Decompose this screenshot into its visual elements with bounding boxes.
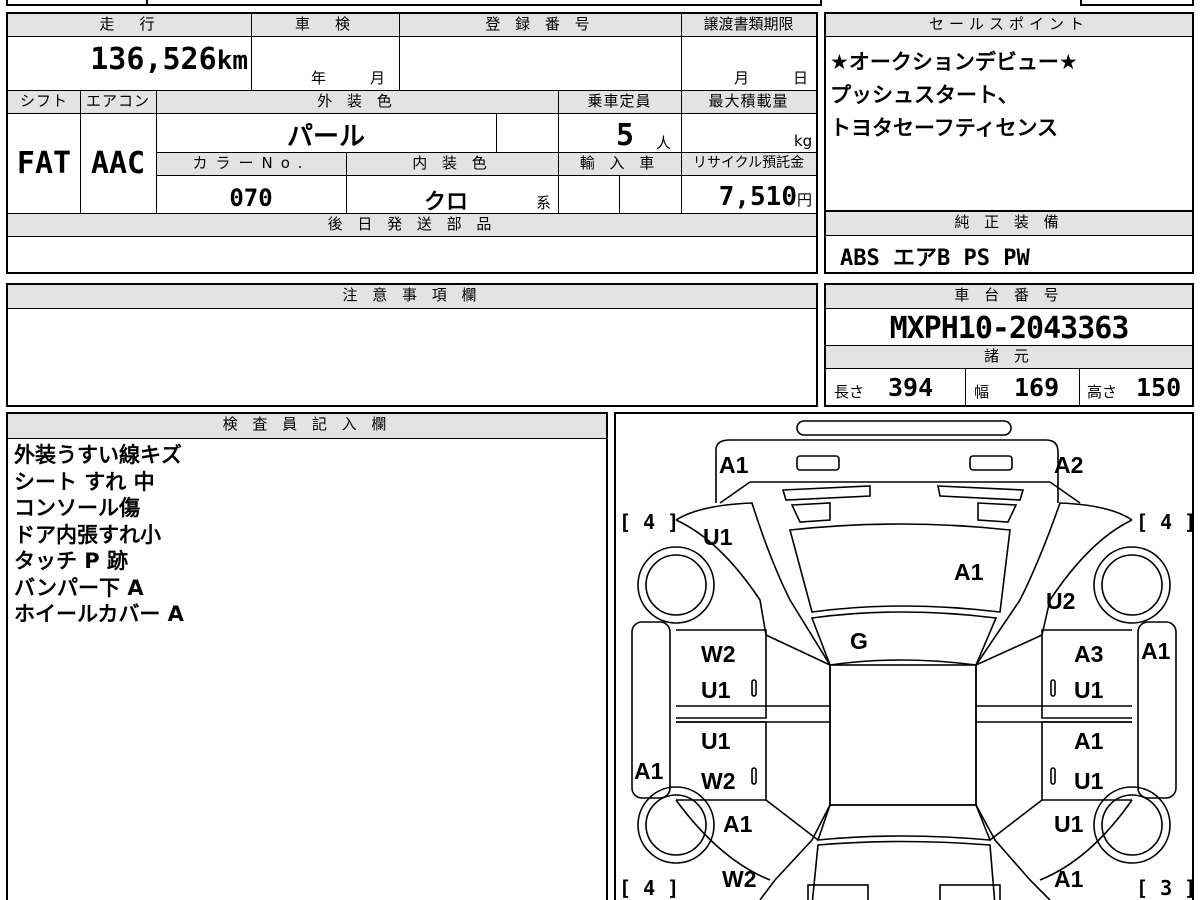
diagram-label: U1 — [1074, 768, 1104, 794]
color-no-header: カラーNo. — [157, 153, 346, 175]
shift-header: シフト — [8, 91, 80, 113]
sales-point-line: プッシュスタート、 — [830, 83, 1019, 107]
inspector-note: 外装うすい線キズ — [14, 443, 182, 467]
recycle-fee-value: 7,510円 — [718, 182, 812, 212]
capacity-value: 5 — [616, 118, 635, 153]
diagram-label: U1 — [703, 524, 733, 550]
exterior-color-value: パール — [286, 122, 365, 152]
inspection-month-label: 月 — [370, 69, 386, 87]
sales-point-line: トヨタセーフティセンス — [830, 116, 1059, 140]
diagram-label: G — [850, 628, 868, 654]
top-strip — [0, 0, 1200, 6]
inspector-note: ホイールカバー A — [14, 602, 184, 626]
diagram-label: A1 — [1074, 728, 1104, 754]
interior-color-value: クロ — [423, 190, 468, 215]
width-value: 169 — [1014, 373, 1060, 402]
inspection-year-label: 年 — [311, 69, 327, 87]
mileage-value: 136,526km — [90, 42, 248, 77]
notes-header: 注 意 事 項 欄 — [8, 285, 816, 308]
max-load-unit: kg — [794, 132, 813, 150]
recycle-header: リサイクル預託金 — [681, 153, 816, 175]
transfer-month-label: 月 — [734, 69, 750, 87]
registration-header: 登 録 番 号 — [399, 14, 681, 36]
inspector-header: 検 査 員 記 入 欄 — [8, 414, 606, 438]
interior-color-header: 内 装 色 — [346, 153, 558, 175]
sales-points-box: セールスポイント ★オークションデビュー★ プッシュスタート、 トヨタセーフティ… — [824, 12, 1194, 212]
diagram-label: U1 — [701, 728, 731, 754]
aircon-header: エアコン — [80, 91, 156, 113]
transfer-day-label: 日 — [793, 69, 809, 87]
interior-color-suffix: 系 — [536, 194, 552, 212]
vehicle-info-table: 走 行 車 検 登 録 番 号 譲渡書類期限 136,526km 年 月 月 日… — [6, 12, 818, 274]
diagram-label: A3 — [1074, 641, 1104, 667]
sales-point-line: ★オークションデビュー★ — [830, 50, 1078, 74]
transfer-deadline-header: 譲渡書類期限 — [681, 14, 816, 36]
parts-header: 後 日 発 送 部 品 — [8, 214, 816, 236]
diagram-label: A1 — [634, 758, 664, 784]
chassis-box: 車 台 番 号 MXPH10-2043363 諸 元 長さ 394 幅 169 … — [824, 283, 1194, 407]
diagram-label: W2 — [722, 866, 757, 892]
height-value: 150 — [1136, 373, 1182, 402]
max-load-header: 最大積載量 — [681, 91, 816, 113]
inspector-note: シート すれ 中 — [14, 469, 155, 494]
diagram-label: U1 — [1074, 677, 1104, 703]
length-value: 394 — [888, 373, 934, 402]
diagram-label: A1 — [719, 452, 749, 478]
damage-diagram-box: A1 A2 [ 4 ] [ 4 ] U1 A1 U2 G W2 U1 A3 U1… — [614, 412, 1194, 900]
equipment-value: ABS エアB PS PW — [840, 246, 1030, 271]
exterior-color-header: 外 装 色 — [156, 91, 558, 113]
inspector-box: 検 査 員 記 入 欄 外装うすい線キズ シート すれ 中 コンソール傷 ドア内… — [6, 412, 608, 900]
inspector-note: バンパー下 A — [14, 575, 144, 600]
inspection-header: 車 検 — [251, 14, 399, 36]
diagram-label: W2 — [701, 641, 736, 667]
inspector-note: ドア内張すれ小 — [14, 522, 161, 547]
sales-points-header: セールスポイント — [826, 14, 1192, 36]
diagram-label: U1 — [1054, 811, 1084, 837]
tire-label: [ 4 ] — [619, 876, 680, 900]
capacity-unit: 人 — [656, 134, 672, 152]
diagram-label: A1 — [954, 559, 984, 585]
notes-box: 注 意 事 項 欄 — [6, 283, 818, 407]
color-no-value: 070 — [229, 184, 273, 212]
equipment-box: 純 正 装 備 ABS エアB PS PW — [824, 212, 1194, 274]
import-header: 輸 入 車 — [558, 153, 681, 175]
chassis-number: MXPH10-2043363 — [889, 311, 1130, 346]
diagram-label: A1 — [1141, 638, 1171, 664]
tire-label: [ 4 ] — [619, 510, 680, 534]
capacity-header: 乗車定員 — [558, 91, 681, 113]
specs-header: 諸 元 — [826, 346, 1192, 368]
inspector-notes: 外装うすい線キズ シート すれ 中 コンソール傷 ドア内張すれ小 タッチ P 跡… — [14, 442, 184, 628]
length-label: 長さ — [834, 383, 865, 401]
inspector-note: タッチ P 跡 — [14, 549, 129, 573]
aircon-value: AAC — [90, 146, 146, 181]
diagram-label: U1 — [701, 677, 731, 703]
height-label: 高さ — [1087, 383, 1118, 401]
mileage-header: 走 行 — [8, 14, 251, 36]
diagram-label: A1 — [1054, 866, 1084, 892]
diagram-label: A1 — [723, 811, 753, 837]
equipment-header: 純 正 装 備 — [826, 212, 1192, 235]
chassis-header: 車 台 番 号 — [826, 285, 1192, 308]
tire-label: [ 4 ] — [1136, 510, 1194, 534]
width-label: 幅 — [974, 383, 990, 401]
tire-label: [ 3 ] — [1136, 876, 1194, 900]
shift-value: FAT — [16, 146, 72, 181]
diagram-label: U2 — [1046, 588, 1076, 614]
sales-points-list: ★オークションデビュー★ プッシュスタート、 トヨタセーフティセンス — [830, 46, 1078, 145]
diagram-label: A2 — [1054, 452, 1084, 478]
diagram-label: W2 — [701, 768, 736, 794]
inspector-note: コンソール傷 — [14, 496, 140, 520]
